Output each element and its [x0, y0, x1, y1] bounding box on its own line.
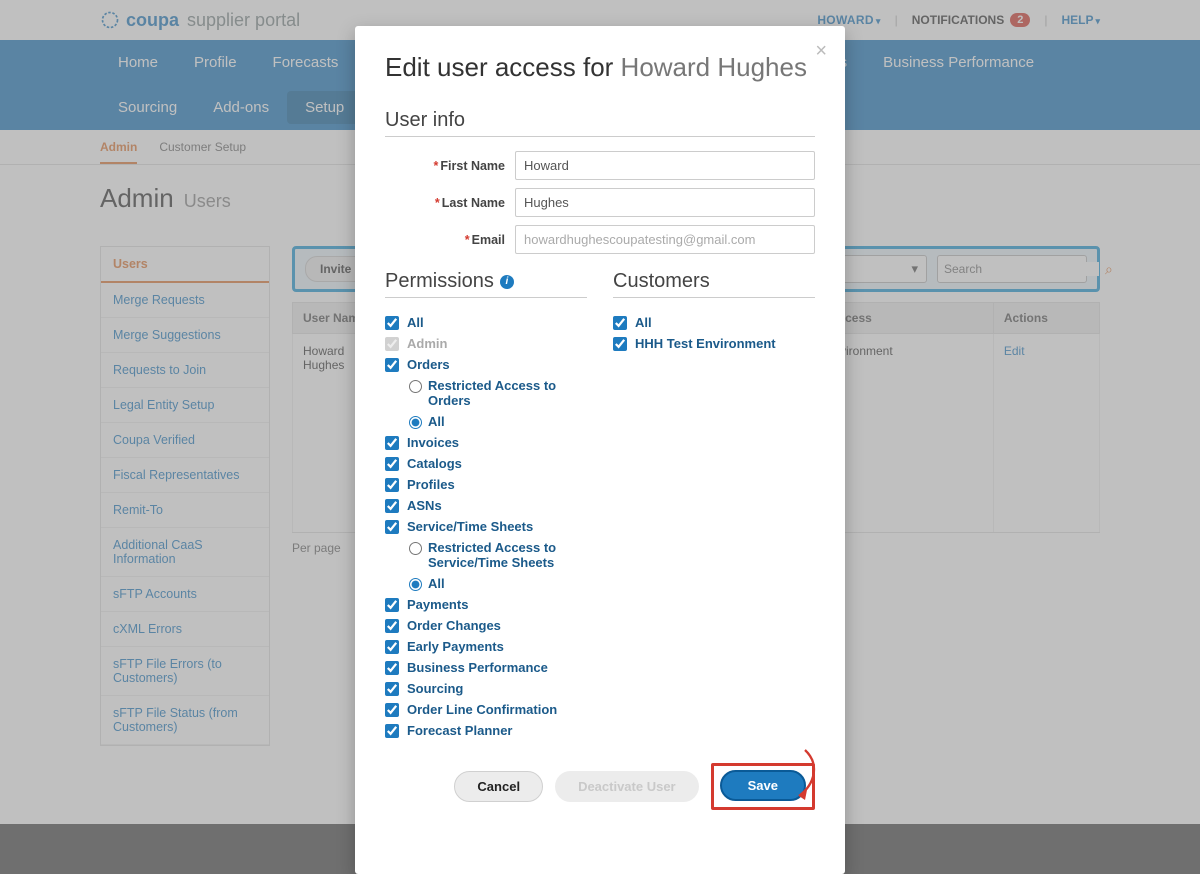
first-name-label: *First Name: [385, 159, 505, 173]
perm-orders-restricted[interactable]: Restricted Access to Orders: [409, 375, 587, 411]
modal-overlay: × Edit user access for Howard Hughes Use…: [0, 0, 1200, 874]
info-icon[interactable]: i: [500, 275, 514, 289]
cust-hhh[interactable]: HHH Test Environment: [613, 333, 815, 354]
perm-admin: Admin: [385, 333, 587, 354]
perm-early-payments[interactable]: Early Payments: [385, 636, 587, 657]
deactivate-user-button: Deactivate User: [555, 771, 699, 802]
perm-orders-all[interactable]: All: [409, 411, 587, 432]
perm-asns[interactable]: ASNs: [385, 495, 587, 516]
perm-profiles[interactable]: Profiles: [385, 474, 587, 495]
perm-sts[interactable]: Service/Time Sheets: [385, 516, 587, 537]
edit-user-modal: × Edit user access for Howard Hughes Use…: [355, 26, 845, 874]
perm-business-performance[interactable]: Business Performance: [385, 657, 587, 678]
save-highlight: Save: [711, 763, 815, 810]
perm-payments[interactable]: Payments: [385, 594, 587, 615]
perm-sts-all[interactable]: All: [409, 573, 587, 594]
save-button[interactable]: Save: [720, 770, 806, 801]
perm-catalogs[interactable]: Catalogs: [385, 453, 587, 474]
close-icon[interactable]: ×: [815, 40, 827, 63]
perm-all[interactable]: All: [385, 312, 587, 333]
perm-sourcing[interactable]: Sourcing: [385, 678, 587, 699]
perm-forecast-planner[interactable]: Forecast Planner: [385, 720, 587, 741]
perm-orders[interactable]: Orders: [385, 354, 587, 375]
first-name-input[interactable]: [515, 151, 815, 180]
perm-order-line-confirmation[interactable]: Order Line Confirmation: [385, 699, 587, 720]
section-customers: Customers: [613, 270, 815, 298]
section-user-info: User info: [385, 109, 815, 137]
permissions-column: Permissions i All Admin Orders Restricte…: [385, 270, 587, 741]
email-input: [515, 225, 815, 254]
modal-footer: Cancel Deactivate User Save: [385, 763, 815, 810]
customers-column: Customers All HHH Test Environment: [613, 270, 815, 741]
perm-order-changes[interactable]: Order Changes: [385, 615, 587, 636]
modal-title: Edit user access for Howard Hughes: [385, 52, 815, 83]
cancel-button[interactable]: Cancel: [454, 771, 543, 802]
last-name-input[interactable]: [515, 188, 815, 217]
email-label: *Email: [385, 233, 505, 247]
perm-sts-restricted[interactable]: Restricted Access to Service/Time Sheets: [409, 537, 587, 573]
perm-invoices[interactable]: Invoices: [385, 432, 587, 453]
section-permissions: Permissions i: [385, 270, 587, 298]
last-name-label: *Last Name: [385, 196, 505, 210]
cust-all[interactable]: All: [613, 312, 815, 333]
